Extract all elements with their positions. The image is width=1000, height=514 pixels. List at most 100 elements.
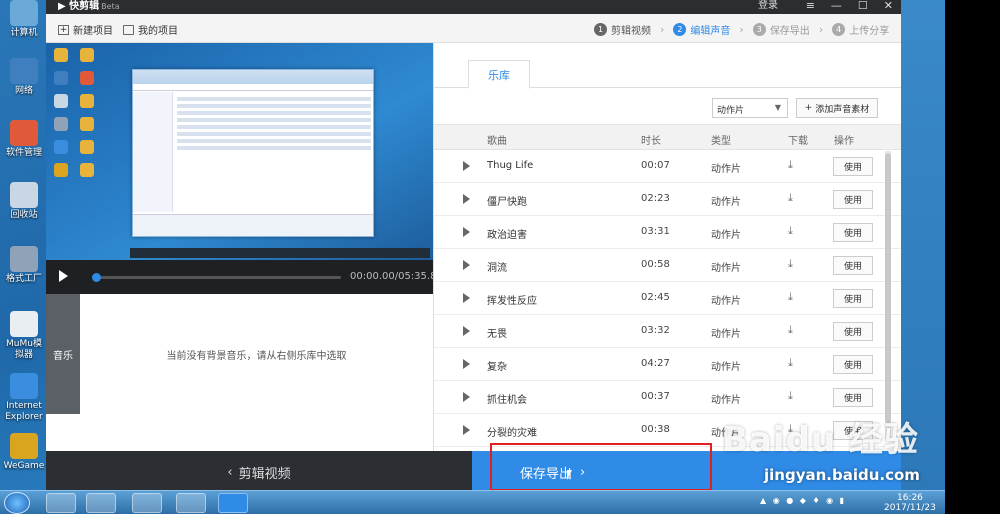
play-icon[interactable] [59, 270, 68, 282]
desktop-icon-label: 网络 [14, 86, 33, 96]
use-button[interactable]: 使用 [833, 355, 873, 374]
use-button[interactable]: 使用 [833, 388, 873, 407]
app-title: 快剪辑 [69, 1, 100, 12]
table-row[interactable]: 洞流 00:58 动作片 ⤓ 使用 [434, 249, 901, 282]
col-action: 操作 [834, 136, 854, 147]
step-2[interactable]: 2 编辑声音 [673, 22, 730, 37]
back-to-edit-video-button[interactable]: ‹ 剪辑视频 [46, 451, 472, 493]
desktop-icon[interactable]: 计算机 [2, 0, 46, 39]
song-name: 无畏 [487, 329, 507, 340]
close-icon[interactable]: ✕ [884, 0, 893, 12]
progress-track[interactable] [92, 273, 341, 282]
progress-knob[interactable] [92, 273, 101, 282]
category-select[interactable]: 动作片 ▼ [712, 98, 788, 118]
song-duration: 04:27 [641, 358, 670, 369]
back-label: 剪辑视频 [238, 466, 291, 482]
chevron-right-icon: › [818, 23, 824, 36]
desktop-icon[interactable]: MuMu模拟器 [2, 311, 46, 361]
play-preview-icon[interactable] [463, 260, 470, 270]
table-row[interactable]: 复杂 04:27 动作片 ⤓ 使用 [434, 348, 901, 381]
download-icon[interactable]: ⤓ [788, 224, 793, 238]
desktop-icon[interactable]: Internet Explorer [2, 373, 46, 423]
desktop-icon[interactable]: 网络 [2, 58, 46, 97]
download-icon[interactable]: ⤓ [788, 356, 793, 370]
song-duration: 03:31 [641, 226, 670, 237]
download-icon[interactable]: ⤓ [788, 191, 793, 205]
app-logo: ▶ 快剪辑 Beta [58, 1, 120, 12]
taskbar-app-icon[interactable] [132, 493, 162, 513]
download-icon[interactable]: ⤓ [788, 158, 793, 172]
song-name: 复杂 [487, 362, 507, 373]
add-audio-button[interactable]: + 添加声音素材 [796, 98, 878, 118]
play-preview-icon[interactable] [463, 359, 470, 369]
song-duration: 02:23 [641, 193, 670, 204]
preview-explorer-window [132, 69, 374, 237]
step-4[interactable]: 4 上传分享 [832, 22, 889, 37]
use-button[interactable]: 使用 [833, 157, 873, 176]
play-preview-icon[interactable] [463, 425, 470, 435]
desktop-icon[interactable]: WeGame [2, 433, 46, 472]
table-row[interactable]: 政治迫害 03:31 动作片 ⤓ 使用 [434, 216, 901, 249]
category-select-value: 动作片 [717, 106, 745, 116]
use-button[interactable]: 使用 [833, 190, 873, 209]
login-button[interactable]: 登录 [758, 0, 778, 12]
baidu-watermark: Baidu 经验 [722, 420, 919, 460]
video-preview[interactable] [46, 43, 433, 260]
song-name: 分裂的灾难 [487, 428, 537, 439]
desktop-icon[interactable]: 格式工厂 [2, 246, 46, 285]
music-empty-hint: 当前没有背景音乐，请从右侧乐库中选取 [166, 350, 347, 362]
play-preview-icon[interactable] [463, 326, 470, 336]
download-icon[interactable]: ⤓ [788, 389, 793, 403]
download-icon[interactable]: ⤓ [788, 323, 793, 337]
computer-icon [10, 0, 38, 26]
taskbar-paint-icon[interactable] [176, 493, 206, 513]
my-projects-button[interactable]: 我的项目 [123, 22, 178, 37]
scrollbar-thumb[interactable] [885, 153, 891, 423]
new-project-button[interactable]: + 新建项目 [58, 22, 113, 37]
taskbar-media-icon[interactable] [86, 493, 116, 513]
desktop-icon-label: Internet Explorer [5, 401, 43, 422]
timecode: 00:00.00/05:35.80 [350, 271, 443, 282]
song-duration: 03:32 [641, 325, 670, 336]
ie-icon [10, 373, 38, 399]
play-preview-icon[interactable] [463, 161, 470, 171]
taskbar-explorer-icon[interactable] [46, 493, 76, 513]
table-row[interactable]: 抓住机会 00:37 动作片 ⤓ 使用 [434, 381, 901, 414]
table-row[interactable]: 无畏 03:32 动作片 ⤓ 使用 [434, 315, 901, 348]
maximize-icon[interactable]: ☐ [858, 0, 868, 12]
table-row[interactable]: 挥发性反应 02:45 动作片 ⤓ 使用 [434, 282, 901, 315]
library-table-header: 歌曲 时长 类型 下载 操作 [434, 124, 901, 150]
use-button[interactable]: 使用 [833, 322, 873, 341]
desktop-icon[interactable]: 回收站 [2, 182, 46, 221]
use-button[interactable]: 使用 [833, 289, 873, 308]
download-icon[interactable]: ⤓ [788, 290, 793, 304]
desktop-icon-label: 回收站 [10, 210, 38, 220]
library-scrollbar[interactable] [885, 151, 891, 441]
table-row[interactable]: 僵尸快跑 02:23 动作片 ⤓ 使用 [434, 183, 901, 216]
start-button[interactable] [4, 492, 30, 514]
minimize-icon[interactable]: — [831, 0, 842, 12]
play-preview-icon[interactable] [463, 227, 470, 237]
play-preview-icon[interactable] [463, 392, 470, 402]
download-icon[interactable]: ⤓ [788, 257, 793, 271]
desktop-icon[interactable]: 软件管理 [2, 120, 46, 159]
song-name: 僵尸快跑 [487, 197, 527, 208]
library-table-body: Thug Life 00:07 动作片 ⤓ 使用 僵尸快跑 02:23 动作片 ⤓ 使用 政治迫害 0… [434, 150, 901, 451]
tab-music-library[interactable]: 乐库 [468, 60, 530, 89]
menu-icon[interactable]: ≡ [806, 0, 815, 12]
taskbar-clock[interactable]: 16:26 2017/11/23 [884, 493, 936, 513]
taskbar-kuaijianji-icon[interactable] [218, 493, 248, 513]
step-1[interactable]: 1 剪辑视频 [594, 22, 651, 37]
play-preview-icon[interactable] [463, 194, 470, 204]
step-label: 上传分享 [849, 26, 890, 37]
table-row[interactable]: Thug Life 00:07 动作片 ⤓ 使用 [434, 150, 901, 183]
use-button[interactable]: 使用 [833, 256, 873, 275]
use-button[interactable]: 使用 [833, 223, 873, 242]
new-project-label: 新建项目 [73, 26, 113, 37]
step-number: 2 [673, 23, 687, 36]
step-3[interactable]: 3 保存导出 [752, 22, 810, 37]
step-label: 保存导出 [769, 26, 810, 37]
song-name: Thug Life [487, 160, 534, 171]
play-preview-icon[interactable] [463, 293, 470, 303]
desktop-icon-label: 软件管理 [5, 148, 42, 158]
